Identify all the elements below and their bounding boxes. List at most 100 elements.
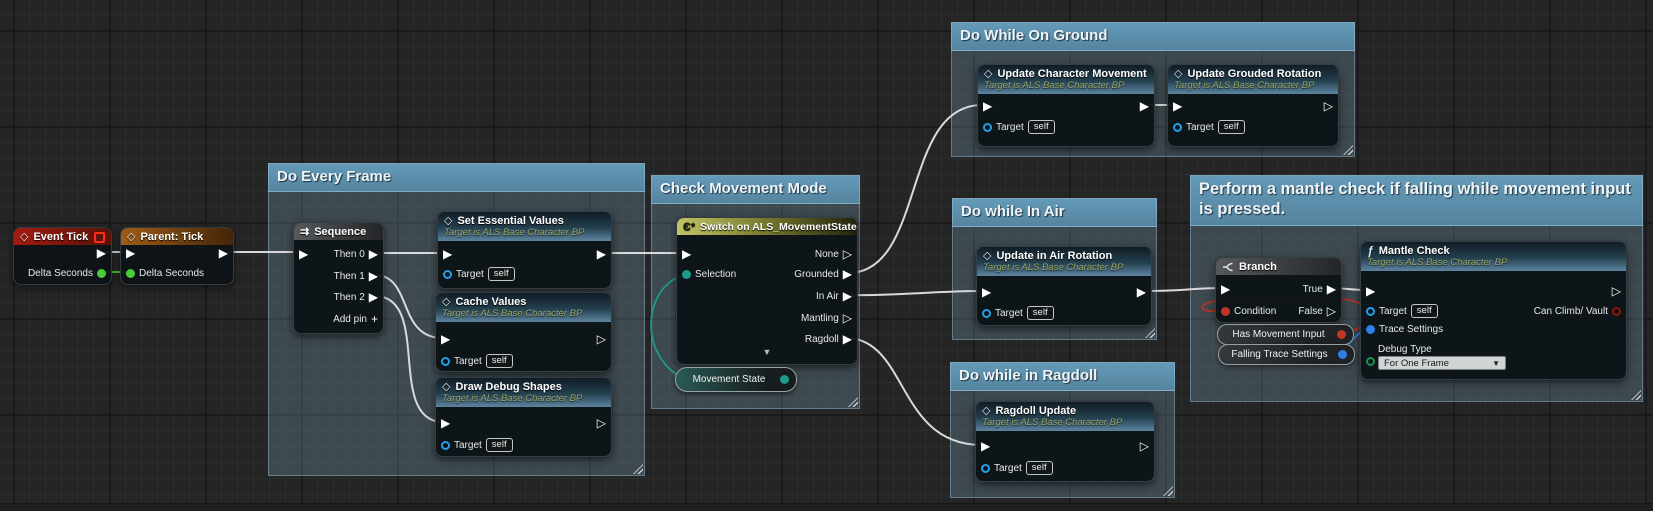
then0-out-pin[interactable]: ▶ (369, 248, 378, 260)
comment-header[interactable]: Perform a mantle check if falling while … (1190, 175, 1643, 226)
then1-out-pin[interactable]: ▶ (369, 270, 378, 282)
node-movement-state-variable[interactable]: Movement State (675, 367, 797, 392)
target-self-value[interactable]: self (1028, 120, 1055, 134)
exec-out-pin[interactable]: ▷ (1140, 440, 1149, 452)
target-self-value[interactable]: self (486, 438, 513, 452)
exec-in-pin[interactable]: ▶ (682, 248, 691, 260)
exec-in-pin[interactable]: ▶ (1366, 285, 1375, 297)
target-pin[interactable] (441, 441, 450, 450)
exec-out-pin[interactable]: ▷ (597, 417, 606, 429)
target-pin[interactable] (1366, 307, 1375, 316)
node-update-in-air-rotation[interactable]: ◇Update in Air Rotation Target is ALS Ba… (976, 246, 1152, 326)
pin-label: Trace Settings (1379, 324, 1443, 335)
exec-in-pin[interactable]: ▶ (981, 440, 990, 452)
comment-header[interactable]: Do Every Frame (268, 163, 645, 192)
pin-label: Then 1 (334, 271, 365, 282)
node-header: ◇Set Essential Values Target is ALS Base… (438, 212, 611, 241)
exec-in-pin[interactable]: ▶ (443, 248, 452, 260)
exec-in-pin[interactable]: ▶ (982, 286, 991, 298)
exec-in-pin[interactable]: ▶ (126, 247, 135, 259)
node-draw-debug-shapes[interactable]: ◇Draw Debug Shapes Target is ALS Base Ch… (435, 377, 612, 457)
exec-out-pin[interactable]: ▷ (597, 333, 606, 345)
none-out-pin[interactable]: ▷ (843, 248, 852, 260)
pin-label: Grounded (794, 269, 838, 280)
node-parent-tick[interactable]: ◇ Parent: Tick ▶▶ Delta Seconds (120, 227, 234, 285)
node-update-grounded-rotation[interactable]: ◇Update Grouded Rotation Target is ALS B… (1167, 64, 1339, 147)
exec-in-pin[interactable]: ▶ (1173, 100, 1182, 112)
node-event-tick[interactable]: ◇ Event Tick ▶ Delta Seconds (13, 227, 112, 285)
node-falling-trace-settings-variable[interactable]: Falling Trace Settings (1218, 344, 1355, 365)
node-mantle-check[interactable]: ƒMantle Check Target is ALS Base Charact… (1360, 241, 1627, 380)
exec-out-pin[interactable]: ▶ (597, 248, 606, 260)
node-branch[interactable]: Branch ▶True▶ ConditionFalse▷ (1215, 257, 1342, 323)
movement-state-out-pin[interactable] (780, 375, 789, 384)
node-title: Sequence (314, 226, 366, 238)
node-switch-movement-state[interactable]: Є* Switch on ALS_MovementState ▶None▷ Se… (676, 217, 858, 365)
condition-pin[interactable] (1221, 307, 1230, 316)
has-movement-input-out-pin[interactable] (1337, 330, 1346, 339)
target-pin[interactable] (983, 123, 992, 132)
exec-in-pin[interactable]: ▶ (1221, 283, 1230, 295)
function-call-icon: ◇ (442, 297, 450, 308)
exec-in-pin[interactable]: ▶ (441, 417, 450, 429)
exec-out-pin[interactable]: ▷ (1612, 285, 1621, 297)
target-pin[interactable] (982, 309, 991, 318)
falling-trace-settings-out-pin[interactable] (1338, 350, 1347, 359)
debug-type-pin[interactable] (1366, 357, 1375, 366)
comment-header[interactable]: Do While On Ground (951, 22, 1355, 51)
add-pin-icon[interactable]: + (371, 313, 378, 325)
grounded-out-pin[interactable]: ▶ (843, 268, 852, 280)
node-header: Є* Switch on ALS_MovementState (677, 218, 857, 235)
node-subtitle: Target is ALS Base Character BP (444, 227, 605, 238)
comment-header[interactable]: Do while in Ragdoll (950, 362, 1175, 391)
target-self-value[interactable]: self (1026, 461, 1053, 475)
false-out-pin[interactable]: ▷ (1327, 305, 1336, 317)
function-call-icon: ◇ (444, 216, 452, 227)
exec-in-pin[interactable]: ▶ (983, 100, 992, 112)
delta-seconds-in-pin[interactable] (126, 269, 135, 278)
node-title: Parent: Tick (140, 231, 203, 243)
target-pin[interactable] (1173, 123, 1182, 132)
trace-settings-pin[interactable] (1366, 325, 1375, 334)
delta-seconds-out-pin[interactable] (97, 269, 106, 278)
collapse-arrow-icon[interactable]: ▼ (677, 347, 857, 357)
target-pin[interactable] (981, 464, 990, 473)
exec-in-pin[interactable]: ▶ (299, 248, 308, 260)
exec-out-pin[interactable]: ▶ (1137, 286, 1146, 298)
in-air-out-pin[interactable]: ▶ (843, 290, 852, 302)
debug-type-dropdown[interactable]: For One Frame ▼ (1378, 356, 1506, 370)
node-cache-values[interactable]: ◇Cache Values Target is ALS Base Charact… (435, 292, 612, 372)
comment-header[interactable]: Do while In Air (952, 198, 1157, 227)
comment-header[interactable]: Check Movement Mode (651, 175, 860, 204)
then2-out-pin[interactable]: ▶ (369, 291, 378, 303)
target-self-value[interactable]: self (488, 267, 515, 281)
exec-out-pin[interactable]: ▶ (97, 247, 106, 259)
target-pin[interactable] (443, 270, 452, 279)
node-title: Mantle Check (1379, 245, 1450, 257)
node-has-movement-input-variable[interactable]: Has Movement Input (1217, 324, 1354, 345)
true-out-pin[interactable]: ▶ (1327, 283, 1336, 295)
blueprint-graph-canvas[interactable]: Do Every Frame Check Movement Mode Do Wh… (0, 0, 1653, 511)
exec-out-pin[interactable]: ▷ (1324, 100, 1333, 112)
node-ragdoll-update[interactable]: ◇Ragdoll Update Target is ALS Base Chara… (975, 401, 1155, 482)
node-update-character-movement[interactable]: ◇Update Character Movement Target is ALS… (977, 64, 1155, 147)
selection-pin[interactable] (682, 270, 691, 279)
pin-label: Target (996, 122, 1024, 133)
target-self-value[interactable]: self (1027, 306, 1054, 320)
node-sequence[interactable]: ⇉ Sequence ▶Then 0▶ Then 1▶ Then 2▶ Add … (293, 222, 384, 334)
node-set-essential-values[interactable]: ◇Set Essential Values Target is ALS Base… (437, 211, 612, 289)
ragdoll-out-pin[interactable]: ▶ (843, 333, 852, 345)
comment-title: Do Every Frame (277, 168, 391, 185)
variable-label: Movement State (683, 374, 775, 385)
exec-out-pin[interactable]: ▶ (219, 247, 228, 259)
exec-out-pin[interactable]: ▶ (1140, 100, 1149, 112)
target-self-value[interactable]: self (1411, 304, 1438, 318)
mantling-out-pin[interactable]: ▷ (843, 312, 852, 324)
can-climb-vault-out-pin[interactable] (1612, 307, 1621, 316)
target-self-value[interactable]: self (486, 354, 513, 368)
exec-in-pin[interactable]: ▶ (441, 333, 450, 345)
pin-label: Target (454, 440, 482, 451)
target-self-value[interactable]: self (1218, 120, 1245, 134)
function-call-icon: ◇ (1174, 69, 1182, 80)
target-pin[interactable] (441, 357, 450, 366)
